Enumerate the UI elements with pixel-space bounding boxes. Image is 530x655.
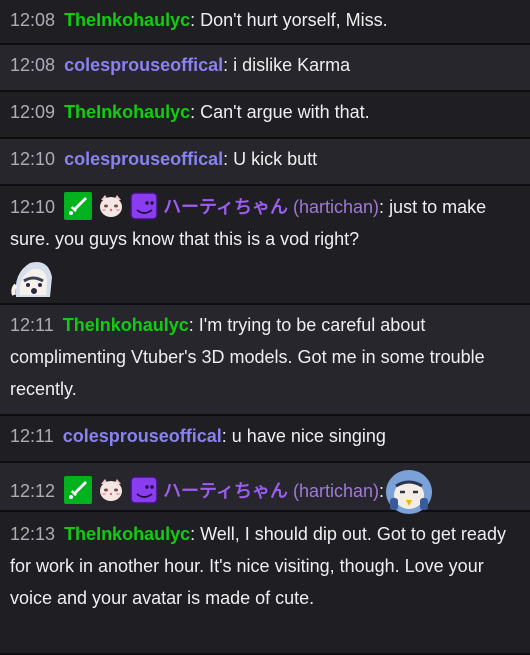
thinking-chibi-emote-icon[interactable] [384,468,434,516]
message-separator: : [190,102,201,122]
chat-message: 12:13 TheInkohaulyc: Well, I should dip … [0,512,530,655]
message-timestamp: 12:10 [10,149,56,169]
message-username[interactable]: TheInkohaulyc [63,315,189,335]
message-text: U kick butt [233,149,318,169]
purple-blob-badge-icon[interactable] [130,192,158,220]
message-separator: : [221,426,232,446]
message-username[interactable]: colesprouseoffical [64,55,223,75]
message-username[interactable]: colesprouseoffical [63,426,222,446]
chat-message: 12:12 ハーティちゃん (hartichan): [0,463,530,514]
message-text: i dislike Karma [233,55,351,75]
message-timestamp: 12:08 [10,55,56,75]
message-timestamp: 12:12 [10,480,56,501]
message-text: Can't argue with that. [200,102,370,122]
message-login-name[interactable]: (hartichan) [293,481,379,501]
message-username[interactable]: TheInkohaulyc [64,10,190,30]
message-timestamp: 12:08 [10,10,56,30]
chat-message: 12:11 colesprouseoffical: u have nice si… [0,416,530,463]
message-username[interactable]: colesprouseoffical [64,149,223,169]
message-text: Don't hurt yorself, Miss. [200,10,388,30]
message-separator: : [190,524,201,544]
message-text: u have nice singing [231,426,386,446]
message-username[interactable]: TheInkohaulyc [64,524,190,544]
message-separator: : [379,197,390,217]
hooded-chibi-emote-icon[interactable] [10,255,56,299]
cat-face-badge-icon[interactable] [97,192,125,220]
message-separator: : [190,10,201,30]
message-timestamp: 12:10 [10,197,56,217]
cat-face-badge-icon[interactable] [97,476,125,504]
message-username[interactable]: ハーティちゃん [163,197,288,217]
message-separator: : [223,149,234,169]
message-username[interactable]: ハーティちゃん [163,481,288,501]
chat-message: 12:09 TheInkohaulyc: Can't argue with th… [0,92,530,139]
message-separator: : [223,55,234,75]
message-timestamp: 12:11 [10,315,54,335]
message-separator: : [188,315,199,335]
message-username[interactable]: TheInkohaulyc [64,102,190,122]
purple-blob-badge-icon[interactable] [130,476,158,504]
message-timestamp: 12:09 [10,102,56,122]
chat-message: 12:10 colesprouseoffical: U kick butt [0,139,530,186]
chat-message: 12:08 colesprouseoffical: i dislike Karm… [0,45,530,92]
message-login-name[interactable]: (hartichan) [293,197,379,217]
chat-message: 12:08 TheInkohaulyc: Don't hurt yorself,… [0,0,530,45]
message-timestamp: 12:13 [10,524,56,544]
chat-message: 12:10 ハーティちゃん (hartichan): just to make … [0,186,530,305]
sword-badge-icon[interactable] [64,475,93,504]
chat-log: 12:08 TheInkohaulyc: Don't hurt yorself,… [0,0,530,655]
message-timestamp: 12:11 [10,426,54,446]
chat-message: 12:11 TheInkohaulyc: I'm trying to be ca… [0,305,530,416]
sword-badge-icon[interactable] [64,192,93,220]
